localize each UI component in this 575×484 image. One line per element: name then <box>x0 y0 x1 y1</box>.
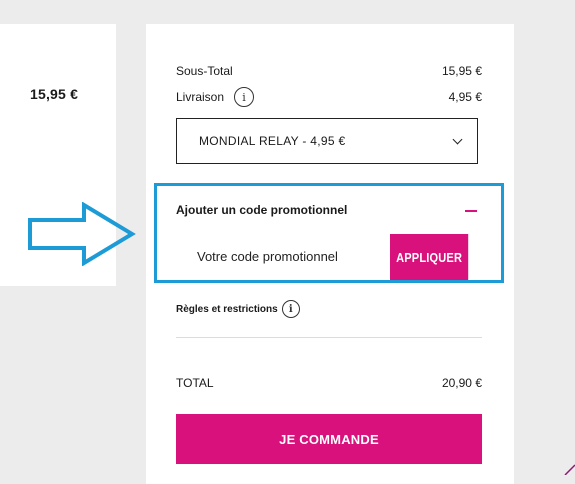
chevron-down-icon <box>452 134 463 144</box>
shipping-method-select[interactable]: MONDIAL RELAY - 4,95 € <box>176 118 478 164</box>
total-value: 20,90 € <box>441 376 482 390</box>
product-price: 15,95 € <box>30 86 79 102</box>
order-button[interactable]: JE COMMANDE <box>176 414 482 464</box>
promo-code-toggle[interactable]: Ajouter un code promotionnel <box>176 203 347 217</box>
shipping-method-value: MONDIAL RELAY - 4,95 € <box>199 134 346 148</box>
shipping-row: Livraison i 4,95 € <box>176 87 482 107</box>
shipping-value: 4,95 € <box>448 90 482 104</box>
arrow-right-icon <box>28 202 136 266</box>
rules-label: Règles et restrictions <box>176 303 278 315</box>
total-row: TOTAL 20,90 € <box>176 376 482 390</box>
corner-decoration <box>564 464 575 475</box>
info-icon[interactable]: i <box>234 87 255 107</box>
total-label: TOTAL <box>176 376 214 390</box>
apply-promo-button[interactable]: APPLIQUER <box>390 234 469 280</box>
promo-code-section: Ajouter un code promotionnel APPLIQUER <box>154 183 504 283</box>
minus-icon[interactable] <box>465 210 477 212</box>
info-icon[interactable]: i <box>281 300 300 318</box>
subtotal-label: Sous-Total <box>176 64 233 78</box>
subtotal-value: 15,95 € <box>441 64 482 78</box>
shipping-label: Livraison <box>176 90 225 104</box>
subtotal-row: Sous-Total 15,95 € <box>176 64 482 78</box>
promo-code-input[interactable] <box>176 234 390 278</box>
order-summary: Sous-Total 15,95 € Livraison i 4,95 € MO… <box>146 24 514 484</box>
rules-link[interactable]: Règles et restrictions i <box>176 300 300 318</box>
divider <box>176 337 482 338</box>
